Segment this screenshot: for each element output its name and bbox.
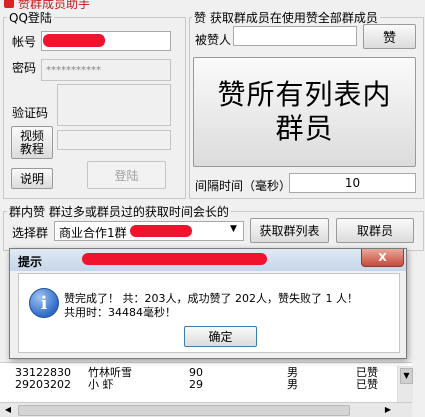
info-icon: i <box>29 288 59 318</box>
cell-status: 已赞 <box>356 378 378 391</box>
video-tutorial-button[interactable]: 视频 教程 <box>11 126 53 159</box>
group-name-redaction <box>130 225 192 237</box>
interval-label: 间隔时间（毫秒） <box>195 179 292 193</box>
app-logo-icon <box>4 0 14 8</box>
horizontal-scroll-thumb[interactable] <box>18 405 350 416</box>
scroll-down-arrow-icon[interactable]: ▼ <box>400 368 413 384</box>
group-section-title: 群内赞 群过多或群员过的获取时间会长的 <box>7 203 231 220</box>
dialog-title: 提示 <box>18 255 43 269</box>
like-button[interactable]: 赞 <box>363 24 416 49</box>
cell-name: 小 虾 <box>88 378 114 391</box>
account-label: 帐号 <box>12 35 37 49</box>
dialog-title-redaction <box>82 253 267 265</box>
info-dialog: 提示 X i 赞完成了！ 共：203人，成功赞了 202人，赞失败了 1 人！ … <box>9 248 407 359</box>
captcha-image <box>57 84 171 126</box>
password-input[interactable]: *********** <box>41 59 171 81</box>
members-table[interactable]: 33122830 竹林听雪 90 男 已赞 29203202 小 虾 29 男 … <box>0 362 412 403</box>
target-input[interactable] <box>233 26 357 46</box>
table-row[interactable]: 29203202 小 虾 29 男 已赞 <box>0 379 412 391</box>
account-input[interactable] <box>41 31 171 51</box>
scroll-right-arrow-icon[interactable]: ▶ <box>382 405 394 415</box>
captcha-label: 验证码 <box>12 106 49 120</box>
scroll-left-arrow-icon[interactable]: ◀ <box>2 405 14 415</box>
table-vertical-scrollbar[interactable]: ▼ <box>397 366 413 402</box>
password-label: 密码 <box>12 61 37 75</box>
captcha-input[interactable] <box>57 130 171 150</box>
group-select[interactable]: 商业合作1群 ▼ <box>54 221 244 241</box>
login-group-title: QQ登陆 <box>7 9 54 26</box>
help-button[interactable]: 说明 <box>11 168 53 189</box>
like-all-button[interactable]: 赞所有列表内 群员 <box>193 57 416 167</box>
fetch-group-list-button[interactable]: 获取群列表 <box>250 218 329 243</box>
dialog-titlebar: 提示 X <box>10 249 406 271</box>
account-redaction <box>43 34 105 47</box>
interval-input[interactable]: 10 <box>289 173 416 193</box>
dialog-message-line2: 共用时：34484毫秒！ <box>64 306 176 319</box>
login-button[interactable]: 登陆 <box>87 161 166 189</box>
table-horizontal-scrollbar[interactable]: ◀ ▶ <box>0 402 412 417</box>
chevron-down-icon: ▼ <box>230 224 237 234</box>
select-group-label: 选择群 <box>12 226 49 240</box>
like-group-title: 赞 获取群成员在使用赞全部群成员 <box>192 9 380 26</box>
cell-age: 29 <box>189 378 203 391</box>
cell-qq: 29203202 <box>15 378 71 391</box>
dialog-body: i 赞完成了！ 共：203人，成功赞了 202人，赞失败了 1 人！ 共用时：3… <box>18 273 400 353</box>
close-icon[interactable]: X <box>361 249 404 267</box>
target-label: 被赞人 <box>195 33 232 47</box>
fetch-members-button[interactable]: 取群员 <box>336 218 414 243</box>
ok-button[interactable]: 确定 <box>184 326 257 347</box>
group-select-value: 商业合作1群 <box>59 226 127 240</box>
cell-gender: 男 <box>287 378 298 391</box>
